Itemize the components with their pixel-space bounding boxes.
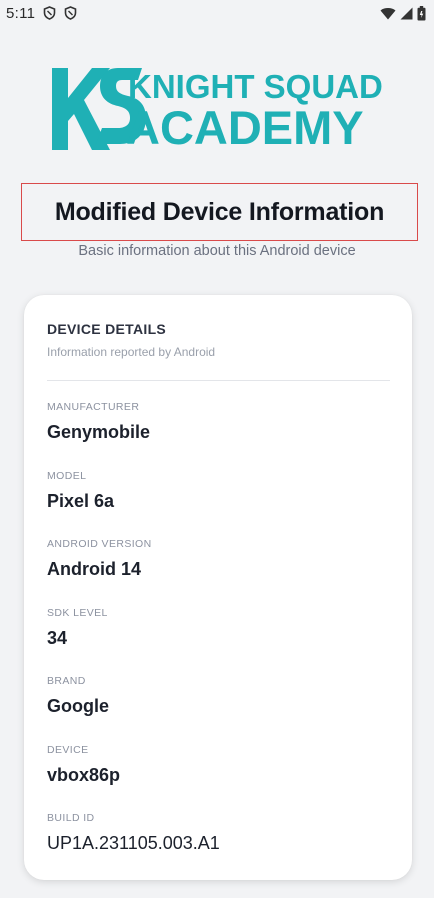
page-subtitle: Basic information about this Android dev… — [78, 243, 356, 259]
status-bar: 5:11 — [0, 0, 434, 26]
status-left: 5:11 — [6, 5, 77, 22]
status-time: 5:11 — [6, 4, 36, 22]
field-value: 34 — [47, 627, 68, 648]
shield-icon — [64, 6, 77, 20]
field-label: BUILD ID — [47, 812, 95, 824]
shield-icon — [43, 6, 56, 20]
field-value: Google — [47, 696, 109, 716]
field-manufacturer: MANUFACTURER Genymobile — [47, 401, 389, 470]
field-android-version: ANDROID VERSION Android 14 — [47, 538, 389, 607]
field-value: Android 14 — [47, 559, 142, 579]
logo-line2: ACADEMY — [126, 101, 364, 154]
device-details-card: DEVICE DETAILS Information reported by A… — [24, 295, 412, 880]
field-value: Genymobile — [47, 422, 151, 442]
signal-icon — [400, 7, 413, 20]
field-label: BRAND — [47, 675, 86, 687]
academy-logo: KNIGHT SQUAD ACADEMY — [48, 64, 393, 156]
field-value: vbox86p — [47, 764, 121, 785]
field-label: MANUFACTURER — [47, 401, 140, 413]
field-device: DEVICE vbox86p — [47, 744, 389, 813]
field-label: SDK LEVEL — [47, 606, 108, 619]
page-title: Modified Device Information — [54, 197, 385, 226]
field-build-id: BUILD ID UP1A.231105.003.A1 — [47, 812, 389, 881]
card-title: DEVICE DETAILS — [47, 321, 167, 337]
field-value: Pixel 6a — [47, 490, 115, 511]
field-brand: BRAND Google — [47, 675, 389, 744]
title-highlight-box: Modified Device Information — [21, 183, 418, 241]
field-sdk-level: SDK LEVEL 34 — [47, 607, 389, 676]
divider — [47, 380, 390, 381]
wifi-icon — [380, 7, 396, 20]
status-right — [380, 5, 426, 21]
field-model: MODEL Pixel 6a — [47, 470, 389, 539]
field-label: MODEL — [47, 469, 87, 482]
field-value: UP1A.231105.003.A1 — [47, 833, 220, 853]
field-label: DEVICE — [47, 743, 89, 756]
card-subtitle: Information reported by Android — [47, 345, 216, 359]
field-label: ANDROID VERSION — [47, 538, 152, 550]
battery-icon — [417, 5, 426, 21]
logo-line1: KNIGHT SQUAD — [128, 68, 383, 105]
